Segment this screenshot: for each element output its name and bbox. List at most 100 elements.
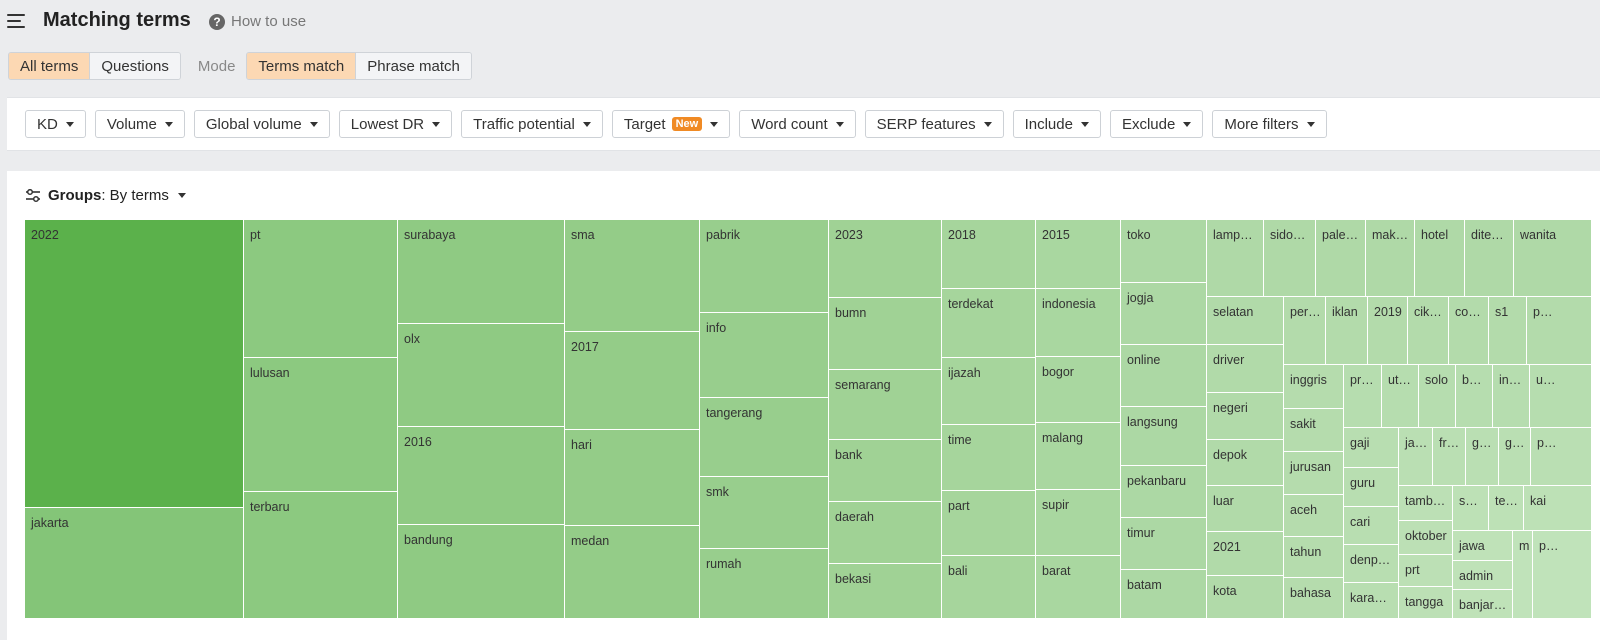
treemap-tile-sma[interactable]: sma: [565, 220, 700, 332]
treemap-tile-depok[interactable]: depok: [1207, 440, 1284, 486]
treemap-tile-bumn[interactable]: bumn: [829, 298, 942, 370]
treemap-tile-sido[interactable]: sido…: [1264, 220, 1316, 297]
treemap-tile-pale[interactable]: pale…: [1316, 220, 1366, 297]
treemap-tile-s[interactable]: s…: [1453, 486, 1489, 531]
treemap-tile-jawa[interactable]: jawa: [1453, 531, 1513, 561]
how-to-use-link[interactable]: ? How to use: [209, 13, 306, 30]
treemap-tile-medan[interactable]: medan: [565, 526, 700, 619]
treemap-tile-timur[interactable]: timur: [1121, 518, 1207, 570]
groups-selector[interactable]: Groups: By terms: [25, 187, 186, 204]
treemap-tile-driver[interactable]: driver: [1207, 345, 1284, 393]
menu-icon[interactable]: [7, 13, 25, 29]
treemap-tile-u[interactable]: u…: [1530, 365, 1592, 428]
kd-filter[interactable]: KD: [25, 110, 86, 138]
treemap-tile-g-1[interactable]: g…: [1466, 428, 1499, 486]
treemap-tile-2023[interactable]: 2023: [829, 220, 942, 298]
lowest-dr-filter[interactable]: Lowest DR: [338, 110, 453, 138]
word-count-filter[interactable]: Word count: [739, 110, 856, 138]
treemap-tile-p-3[interactable]: p…: [1533, 531, 1592, 619]
treemap-tile-admin[interactable]: admin: [1453, 561, 1513, 590]
treemap-tile-pabrik[interactable]: pabrik: [700, 220, 829, 313]
treemap-tile-in[interactable]: in…: [1493, 365, 1530, 428]
target-filter[interactable]: Target New: [611, 110, 731, 138]
treemap-tile-2021[interactable]: 2021: [1207, 532, 1284, 576]
treemap-tile-p-2[interactable]: p…: [1531, 428, 1592, 486]
tab-questions[interactable]: Questions: [89, 53, 180, 79]
treemap-tile-lulusan[interactable]: lulusan: [244, 358, 398, 492]
treemap-tile-p1[interactable]: p…: [1527, 297, 1592, 365]
treemap-tile-inggris[interactable]: inggris: [1284, 365, 1344, 409]
volume-filter[interactable]: Volume: [94, 110, 185, 138]
treemap-tile-kota[interactable]: kota: [1207, 576, 1284, 619]
treemap-tile-jurusan[interactable]: jurusan: [1284, 452, 1344, 495]
treemap-tile-cari[interactable]: cari: [1344, 507, 1399, 545]
terms-match-button[interactable]: Terms match: [247, 53, 356, 79]
treemap-tile-pt[interactable]: pt: [244, 220, 398, 358]
exclude-filter[interactable]: Exclude: [1109, 110, 1204, 138]
treemap-tile-tahun[interactable]: tahun: [1284, 537, 1344, 578]
treemap-tile-2018[interactable]: 2018: [942, 220, 1036, 289]
treemap-tile-jogja[interactable]: jogja: [1121, 283, 1207, 345]
global-volume-filter[interactable]: Global volume: [193, 110, 330, 138]
treemap-tile-terbaru[interactable]: terbaru: [244, 492, 398, 619]
treemap-tile-2022[interactable]: 2022: [25, 220, 244, 508]
treemap-tile-bekasi[interactable]: bekasi: [829, 564, 942, 619]
treemap-tile-terdekat[interactable]: terdekat: [942, 289, 1036, 358]
treemap-tile-wanita[interactable]: wanita: [1514, 220, 1592, 297]
treemap-tile-toko[interactable]: toko: [1121, 220, 1207, 283]
treemap-tile-daerah[interactable]: daerah: [829, 502, 942, 564]
treemap-tile-smk[interactable]: smk: [700, 477, 829, 549]
treemap-tile-bogor[interactable]: bogor: [1036, 357, 1121, 423]
treemap-tile-gaji[interactable]: gaji: [1344, 428, 1399, 468]
treemap-tile-prt[interactable]: prt: [1399, 555, 1453, 587]
treemap-tile-negeri[interactable]: negeri: [1207, 393, 1284, 440]
serp-features-filter[interactable]: SERP features: [864, 110, 1004, 138]
treemap-tile-malang[interactable]: malang: [1036, 423, 1121, 490]
treemap-tile-aceh[interactable]: aceh: [1284, 495, 1344, 537]
phrase-match-button[interactable]: Phrase match: [355, 53, 471, 79]
treemap-tile-semarang[interactable]: semarang: [829, 370, 942, 440]
treemap-tile-denp[interactable]: denp…: [1344, 545, 1399, 583]
treemap-tile-fr[interactable]: fr…: [1433, 428, 1466, 486]
treemap-tile-2019[interactable]: 2019: [1368, 297, 1408, 365]
treemap-tile-dite[interactable]: dite…: [1465, 220, 1514, 297]
treemap-tile-cik[interactable]: cik…: [1408, 297, 1449, 365]
treemap-tile-batam[interactable]: batam: [1121, 570, 1207, 619]
treemap-tile-olx[interactable]: olx: [398, 324, 565, 427]
treemap-tile-surabaya[interactable]: surabaya: [398, 220, 565, 324]
treemap-tile-banjar[interactable]: banjar…: [1453, 590, 1513, 619]
tab-all-terms[interactable]: All terms: [9, 53, 90, 79]
traffic-potential-filter[interactable]: Traffic potential: [461, 110, 603, 138]
treemap-tile-barat[interactable]: barat: [1036, 556, 1121, 619]
treemap-tile-langsung[interactable]: langsung: [1121, 407, 1207, 466]
more-filters-button[interactable]: More filters: [1212, 110, 1327, 138]
treemap-tile-online[interactable]: online: [1121, 345, 1207, 407]
treemap-tile-supir[interactable]: supir: [1036, 490, 1121, 556]
treemap-tile-hari[interactable]: hari: [565, 430, 700, 526]
treemap-tile-part[interactable]: part: [942, 491, 1036, 556]
treemap-tile-2017[interactable]: 2017: [565, 332, 700, 430]
treemap-tile-ut[interactable]: ut…: [1382, 365, 1419, 428]
treemap-tile-2016[interactable]: 2016: [398, 427, 565, 525]
treemap-tile-hotel[interactable]: hotel: [1415, 220, 1465, 297]
treemap-tile-2015[interactable]: 2015: [1036, 220, 1121, 289]
treemap-tile-jakarta[interactable]: jakarta: [25, 508, 244, 619]
treemap-tile-tamb[interactable]: tamb…: [1399, 486, 1453, 521]
treemap-tile-bahasa[interactable]: bahasa: [1284, 578, 1344, 619]
treemap-tile-ja[interactable]: ja…: [1399, 428, 1433, 486]
treemap-tile-per[interactable]: per…: [1284, 297, 1326, 365]
treemap-tile-indonesia[interactable]: indonesia: [1036, 289, 1121, 357]
treemap-tile-luar[interactable]: luar: [1207, 486, 1284, 532]
treemap-tile-oktober[interactable]: oktober: [1399, 521, 1453, 555]
treemap-tile-mak[interactable]: mak…: [1366, 220, 1415, 297]
treemap-tile-kara[interactable]: kara…: [1344, 583, 1399, 619]
treemap-tile-te[interactable]: te…: [1489, 486, 1524, 531]
treemap-tile-lamp[interactable]: lamp…: [1207, 220, 1264, 297]
treemap-tile-solo[interactable]: solo: [1419, 365, 1456, 428]
treemap-tile-b[interactable]: b…: [1456, 365, 1493, 428]
treemap-tile-co[interactable]: co…: [1449, 297, 1489, 365]
treemap-tile-m[interactable]: m: [1513, 531, 1533, 619]
treemap-tile-guru[interactable]: guru: [1344, 468, 1399, 507]
treemap-tile-kai[interactable]: kai: [1524, 486, 1592, 531]
treemap-tile-selatan[interactable]: selatan: [1207, 297, 1284, 345]
